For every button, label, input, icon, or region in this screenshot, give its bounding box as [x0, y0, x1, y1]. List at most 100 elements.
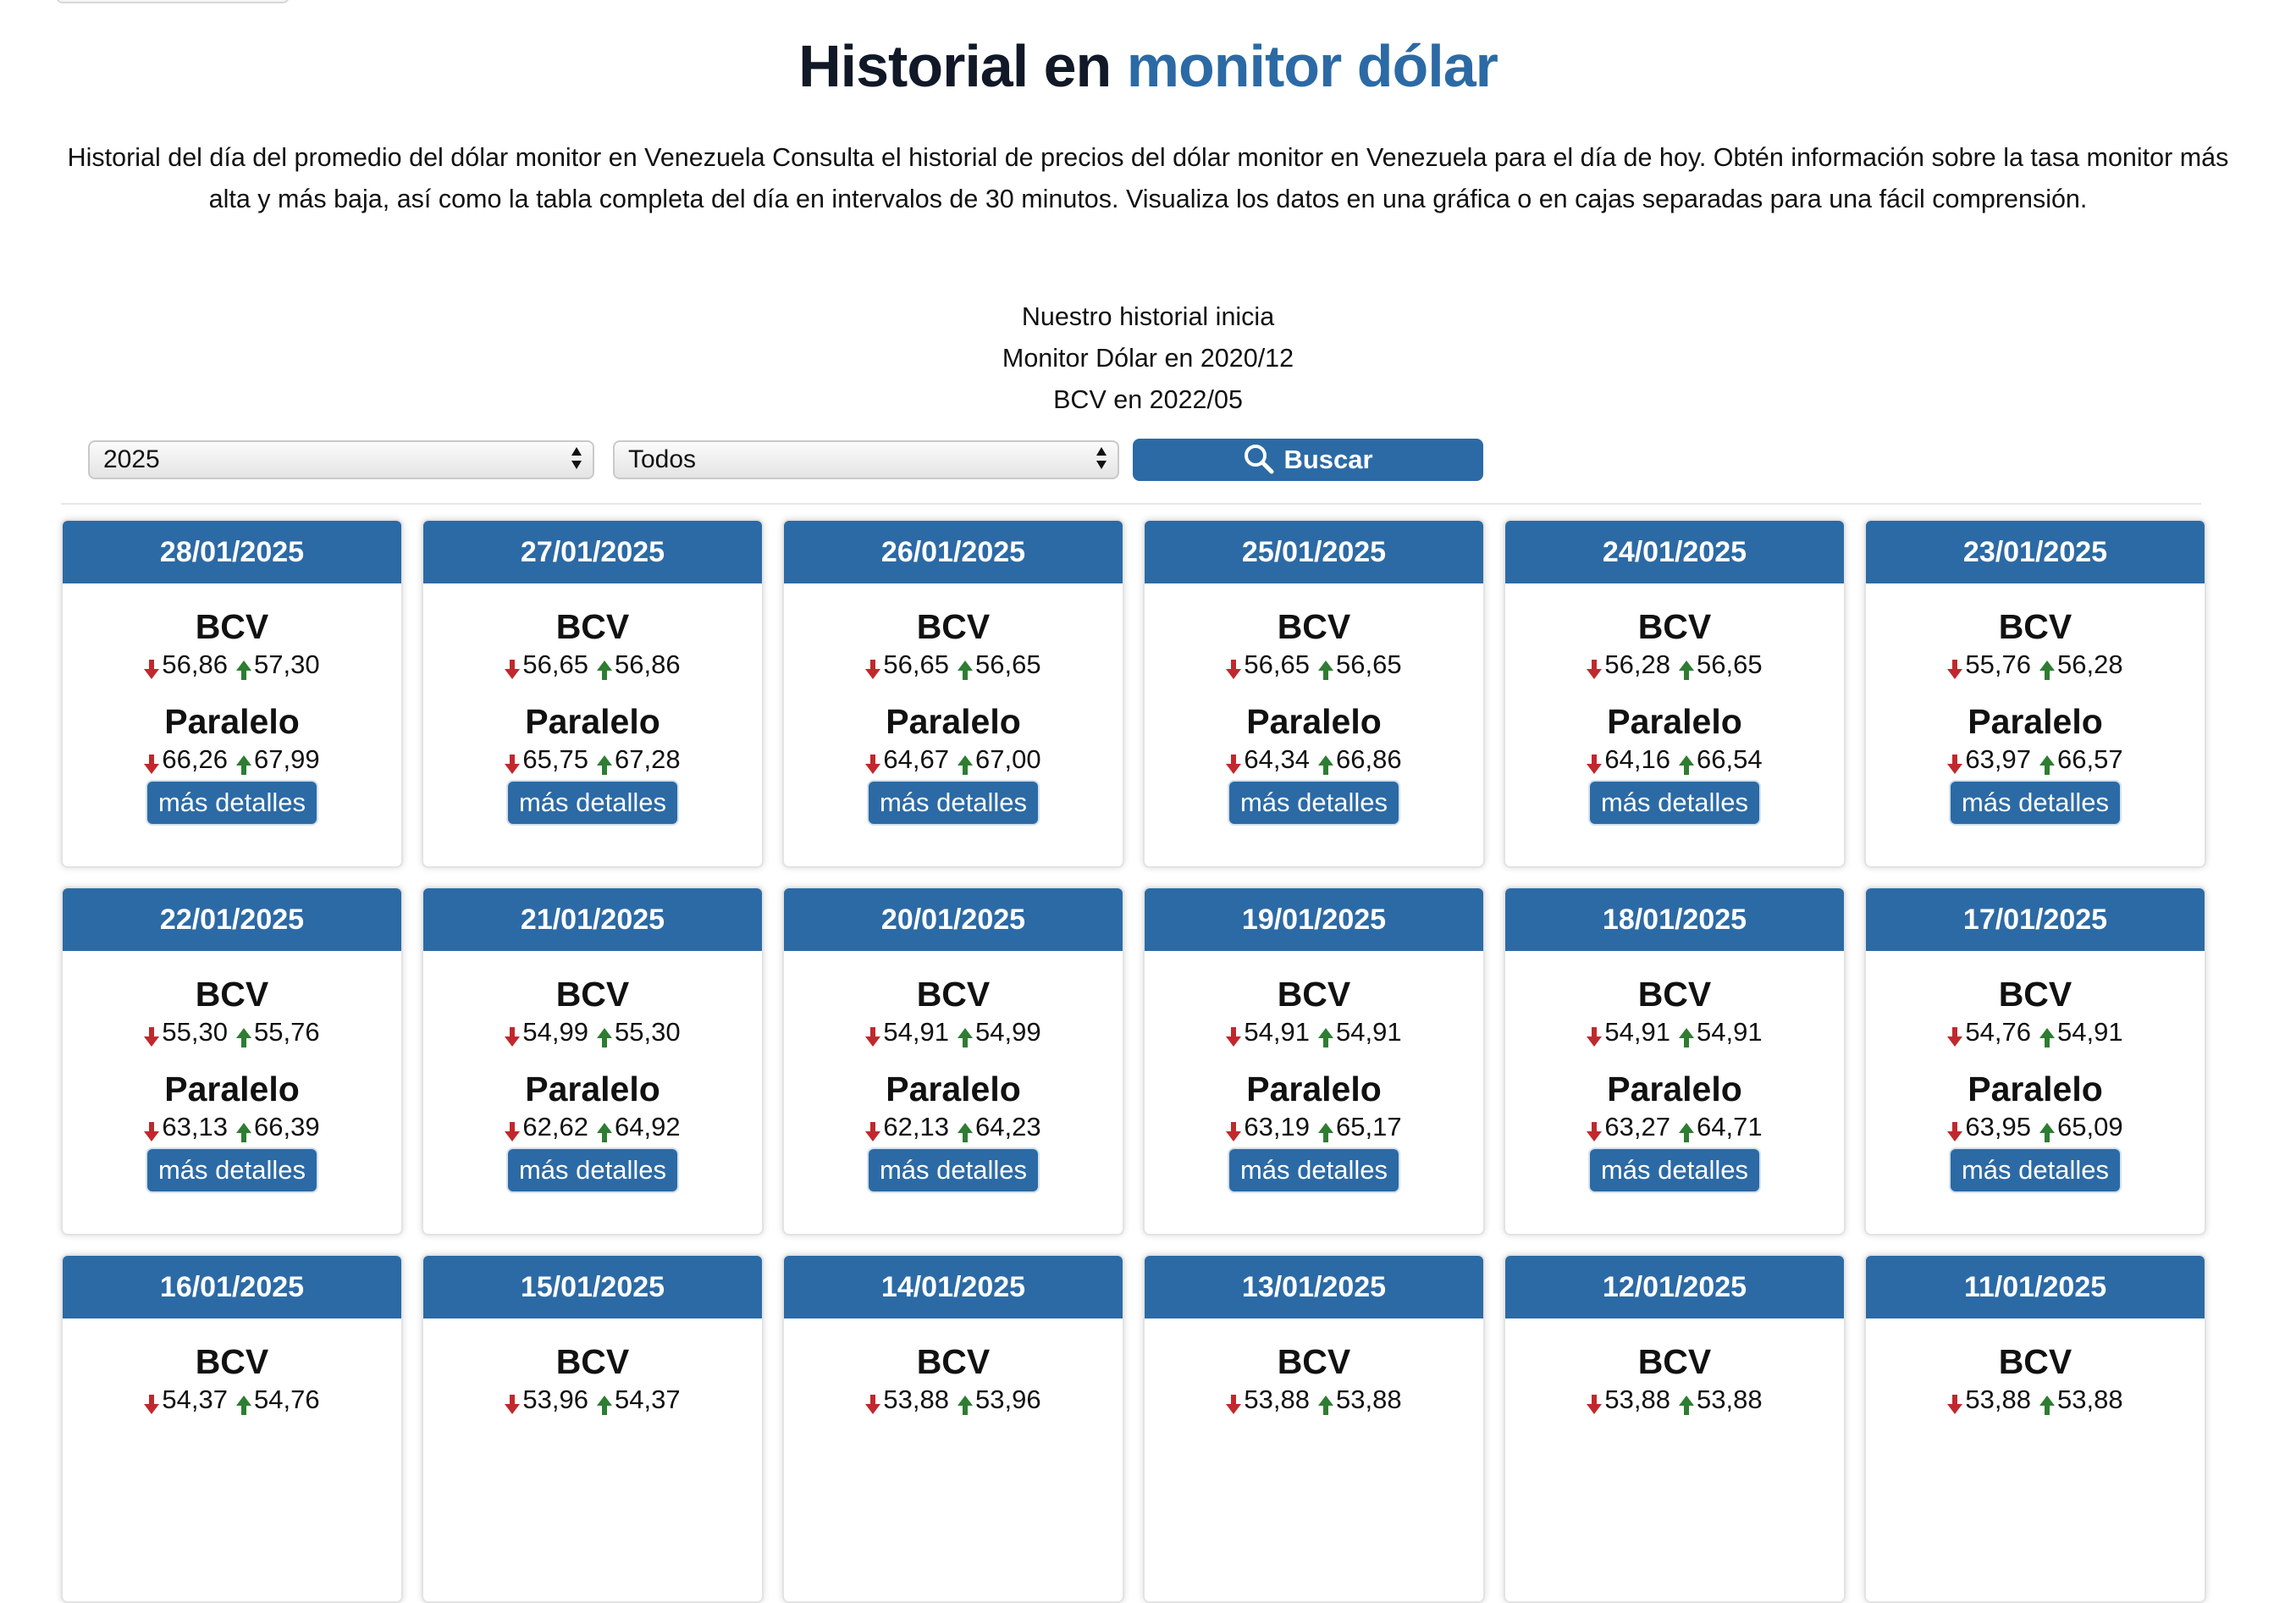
arrow-up-icon	[236, 749, 251, 775]
paralelo-high-value: 64,23	[975, 1112, 1041, 1141]
details-button[interactable]: más detalles	[508, 1149, 677, 1191]
bcv-label: BCV	[195, 1342, 269, 1381]
bcv-label: BCV	[555, 975, 630, 1014]
paralelo-low-value: 63,95	[1965, 1112, 2031, 1141]
select-arrows-icon	[571, 447, 582, 474]
paralelo-high-value: 66,39	[254, 1112, 320, 1141]
page-title-accent: monitor dólar	[1126, 33, 1498, 99]
card-date: 21/01/2025	[423, 888, 762, 951]
bcv-low-value: 53,96	[522, 1385, 588, 1414]
arrow-up-icon	[958, 655, 973, 680]
arrow-down-icon	[144, 1117, 160, 1141]
history-card: 18/01/2025 BCV 54,91 54,91 Paralelo 63,27 64,7…	[1504, 887, 1846, 1235]
arrow-down-icon	[1947, 655, 1963, 679]
bcv-low-value: 53,88	[883, 1385, 949, 1414]
paralelo-low-value: 63,27	[1604, 1112, 1670, 1141]
details-button[interactable]: más detalles	[1951, 782, 2120, 824]
arrow-up-icon	[1679, 1117, 1694, 1142]
details-button[interactable]: más detalles	[147, 1149, 317, 1191]
arrow-up-icon	[597, 655, 612, 680]
paralelo-high-value: 64,92	[615, 1112, 681, 1141]
paralelo-label: Paralelo	[1607, 702, 1742, 741]
bcv-low-value: 56,65	[1244, 649, 1310, 679]
paralelo-high-value: 65,09	[2057, 1112, 2123, 1141]
details-button[interactable]: más detalles	[1951, 1149, 2120, 1191]
bcv-high-value: 54,76	[254, 1385, 320, 1414]
history-card: 22/01/2025 BCV 55,30 55,76 Paralelo 63,13 66,3…	[61, 887, 403, 1235]
arrow-up-icon	[1318, 1117, 1333, 1142]
history-card: 24/01/2025 BCV 56,28 56,65 Paralelo 64,16 66,5…	[1504, 519, 1846, 868]
card-date: 12/01/2025	[1505, 1256, 1844, 1318]
bcv-start-line: BCV en 2022/05	[1053, 385, 1243, 414]
year-select[interactable]: 2025	[88, 440, 594, 479]
details-button[interactable]: más detalles	[1590, 1149, 1759, 1191]
bcv-low-value: 53,88	[1244, 1385, 1310, 1414]
paralelo-high-value: 65,17	[1336, 1112, 1402, 1141]
details-button[interactable]: más detalles	[147, 782, 317, 824]
details-button[interactable]: más detalles	[508, 782, 677, 824]
card-date: 11/01/2025	[1866, 1256, 2205, 1318]
card-date: 27/01/2025	[423, 521, 762, 583]
bcv-high-value: 53,88	[1336, 1385, 1402, 1414]
bcv-low-value: 56,28	[1604, 649, 1670, 679]
bcv-low-value: 53,88	[1965, 1385, 2031, 1414]
bcv-rate-row: 56,65 56,65	[784, 648, 1123, 682]
bcv-low-value: 54,99	[522, 1017, 588, 1047]
paralelo-high-value: 67,99	[254, 744, 320, 774]
bcv-rate-row: 56,86 57,30	[63, 648, 401, 682]
page-title: Historial en monitor dólar	[0, 32, 2296, 100]
bcv-rate-row: 56,28 56,65	[1505, 648, 1844, 682]
search-icon	[1245, 444, 1274, 474]
details-button[interactable]: más detalles	[1229, 1149, 1399, 1191]
bcv-low-value: 54,91	[1604, 1017, 1670, 1047]
arrow-up-icon	[958, 1117, 973, 1142]
month-select[interactable]: Todos	[613, 440, 1119, 479]
paralelo-high-value: 67,00	[975, 744, 1041, 774]
bcv-low-value: 54,37	[162, 1385, 228, 1414]
details-button[interactable]: más detalles	[1590, 782, 1759, 824]
bcv-rate-row: 56,65 56,65	[1145, 648, 1483, 682]
paralelo-rate-row: 64,16 66,54	[1505, 743, 1844, 777]
bcv-rate-row: 53,88 53,88	[1505, 1383, 1844, 1417]
bcv-high-value: 53,96	[975, 1385, 1041, 1414]
history-card: 12/01/2025 BCV 53,88 53,88	[1504, 1254, 1846, 1603]
paralelo-rate-row: 63,13 66,39	[63, 1110, 401, 1144]
bcv-rate-row: 54,76 54,91	[1866, 1015, 2205, 1049]
history-card: 21/01/2025 BCV 54,99 55,30 Paralelo 62,62 64,9…	[422, 887, 764, 1235]
bcv-low-value: 56,86	[162, 649, 228, 679]
arrow-up-icon	[1318, 1022, 1333, 1047]
paralelo-label: Paralelo	[1968, 1070, 2103, 1108]
page-title-main: Historial en	[798, 33, 1112, 99]
card-date: 15/01/2025	[423, 1256, 762, 1318]
card-date: 24/01/2025	[1505, 521, 1844, 583]
bcv-low-value: 54,91	[883, 1017, 949, 1047]
bcv-rate-row: 54,91 54,91	[1145, 1015, 1483, 1049]
paralelo-low-value: 66,26	[162, 744, 228, 774]
details-button[interactable]: más detalles	[1229, 782, 1399, 824]
arrow-up-icon	[958, 1022, 973, 1047]
arrow-up-icon	[1679, 1022, 1694, 1047]
bcv-high-value: 56,28	[2057, 649, 2123, 679]
details-button[interactable]: más detalles	[869, 1149, 1038, 1191]
top-tab-remnant	[56, 0, 290, 3]
bcv-label: BCV	[1998, 1342, 2072, 1381]
history-card: 26/01/2025 BCV 56,65 56,65 Paralelo 64,67 67,0…	[782, 519, 1124, 868]
arrow-up-icon	[1318, 1390, 1333, 1415]
paralelo-low-value: 63,13	[162, 1112, 228, 1141]
card-date: 26/01/2025	[784, 521, 1123, 583]
bcv-label: BCV	[1277, 975, 1351, 1014]
arrow-down-icon	[1947, 749, 1963, 774]
bcv-rate-row: 53,88 53,88	[1866, 1383, 2205, 1417]
card-date: 19/01/2025	[1145, 888, 1483, 951]
search-button-label: Buscar	[1283, 445, 1373, 474]
arrow-down-icon	[1587, 1117, 1603, 1141]
details-button[interactable]: más detalles	[869, 782, 1038, 824]
bcv-label: BCV	[1277, 1342, 1351, 1381]
search-button[interactable]: Buscar	[1133, 439, 1483, 481]
bcv-high-value: 54,99	[975, 1017, 1041, 1047]
history-card: 27/01/2025 BCV 56,65 56,86 Paralelo 65,75 67,2…	[422, 519, 764, 868]
bcv-label: BCV	[1637, 607, 1712, 646]
arrow-down-icon	[505, 1117, 521, 1141]
arrow-down-icon	[1226, 655, 1242, 679]
arrow-down-icon	[865, 1117, 881, 1141]
